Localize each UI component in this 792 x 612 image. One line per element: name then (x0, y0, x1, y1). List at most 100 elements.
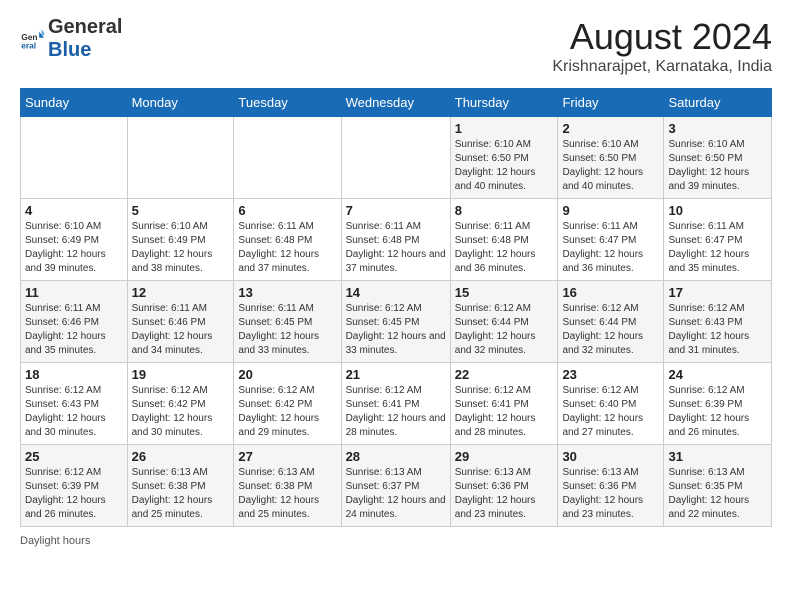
table-row: 23 Sunrise: 6:12 AMSunset: 6:40 PMDayligh… (558, 363, 664, 445)
day-info: Sunrise: 6:11 AMSunset: 6:48 PMDaylight:… (346, 220, 446, 276)
day-info: Sunrise: 6:13 AMSunset: 6:38 PMDaylight:… (132, 466, 230, 522)
day-number: 15 (455, 285, 554, 300)
table-row: 14 Sunrise: 6:12 AMSunset: 6:45 PMDayligh… (341, 281, 450, 363)
day-number: 28 (346, 449, 446, 464)
location: Krishnarajpet, Karnataka, India (552, 58, 772, 76)
col-thursday: Thursday (450, 89, 558, 117)
day-info: Sunrise: 6:10 AMSunset: 6:50 PMDaylight:… (562, 138, 659, 194)
table-row: 2 Sunrise: 6:10 AMSunset: 6:50 PMDaylight… (558, 117, 664, 199)
col-monday: Monday (127, 89, 234, 117)
logo: Gen eral General Blue (20, 16, 122, 62)
day-number: 16 (562, 285, 659, 300)
col-wednesday: Wednesday (341, 89, 450, 117)
table-row: 1 Sunrise: 6:10 AMSunset: 6:50 PMDaylight… (450, 117, 558, 199)
day-info: Sunrise: 6:11 AMSunset: 6:48 PMDaylight:… (455, 220, 554, 276)
table-row (127, 117, 234, 199)
day-number: 24 (668, 367, 767, 382)
day-info: Sunrise: 6:11 AMSunset: 6:46 PMDaylight:… (25, 302, 123, 358)
table-row: 11 Sunrise: 6:11 AMSunset: 6:46 PMDayligh… (21, 281, 128, 363)
day-number: 9 (562, 203, 659, 218)
table-row: 30Sunrise: 6:13 AMSunset: 6:36 PMDayligh… (558, 445, 664, 527)
day-number: 5 (132, 203, 230, 218)
day-info: Sunrise: 6:11 AMSunset: 6:47 PMDaylight:… (562, 220, 659, 276)
col-friday: Friday (558, 89, 664, 117)
logo-blue: Blue (48, 39, 91, 61)
day-number: 19 (132, 367, 230, 382)
header: Gen eral General Blue August 2024 Krishn… (20, 16, 772, 76)
day-number: 25 (25, 449, 123, 464)
table-row (21, 117, 128, 199)
day-info: Sunrise: 6:12 AMSunset: 6:39 PMDaylight:… (668, 384, 767, 440)
day-info: Sunrise: 6:12 AMSunset: 6:42 PMDaylight:… (238, 384, 336, 440)
col-sunday: Sunday (21, 89, 128, 117)
calendar-week-row: 25 Sunrise: 6:12 AMSunset: 6:39 PMDayligh… (21, 445, 772, 527)
logo-text: General Blue (48, 16, 122, 62)
day-number: 17 (668, 285, 767, 300)
table-row: 21Sunrise: 6:12 AMSunset: 6:41 PMDayligh… (341, 363, 450, 445)
table-row: 28Sunrise: 6:13 AMSunset: 6:37 PMDayligh… (341, 445, 450, 527)
day-info: Sunrise: 6:11 AMSunset: 6:45 PMDaylight:… (238, 302, 336, 358)
day-info: Sunrise: 6:13 AMSunset: 6:38 PMDaylight:… (238, 466, 336, 522)
day-number: 4 (25, 203, 123, 218)
logo-general: General (48, 16, 122, 38)
day-info: Sunrise: 6:10 AMSunset: 6:49 PMDaylight:… (132, 220, 230, 276)
day-number: 18 (25, 367, 123, 382)
day-info: Sunrise: 6:13 AMSunset: 6:36 PMDaylight:… (562, 466, 659, 522)
table-row: 4Sunrise: 6:10 AMSunset: 6:49 PMDaylight… (21, 199, 128, 281)
day-number: 31 (668, 449, 767, 464)
table-row: 9 Sunrise: 6:11 AMSunset: 6:47 PMDaylight… (558, 199, 664, 281)
title-area: August 2024 Krishnarajpet, Karnataka, In… (552, 16, 772, 76)
table-row: 24 Sunrise: 6:12 AMSunset: 6:39 PMDayligh… (664, 363, 772, 445)
day-number: 29 (455, 449, 554, 464)
day-info: Sunrise: 6:10 AMSunset: 6:50 PMDaylight:… (455, 138, 554, 194)
table-row: 7Sunrise: 6:11 AMSunset: 6:48 PMDaylight… (341, 199, 450, 281)
calendar-table: Sunday Monday Tuesday Wednesday Thursday… (20, 88, 772, 527)
day-number: 1 (455, 121, 554, 136)
day-info: Sunrise: 6:11 AMSunset: 6:48 PMDaylight:… (238, 220, 336, 276)
col-tuesday: Tuesday (234, 89, 341, 117)
day-number: 10 (668, 203, 767, 218)
table-row: 12Sunrise: 6:11 AMSunset: 6:46 PMDayligh… (127, 281, 234, 363)
day-number: 22 (455, 367, 554, 382)
table-row: 29 Sunrise: 6:13 AMSunset: 6:36 PMDayligh… (450, 445, 558, 527)
day-info: Sunrise: 6:12 AMSunset: 6:44 PMDaylight:… (562, 302, 659, 358)
day-number: 3 (668, 121, 767, 136)
day-number: 14 (346, 285, 446, 300)
calendar-week-row: 4 Sunrise: 6:10 AMSunset: 6:49 PMDaylight… (21, 199, 772, 281)
table-row: 6Sunrise: 6:11 AMSunset: 6:48 PMDaylight… (234, 199, 341, 281)
footer-note: Daylight hours (20, 535, 772, 547)
table-row: 22Sunrise: 6:12 AMSunset: 6:41 PMDayligh… (450, 363, 558, 445)
day-info: Sunrise: 6:13 AMSunset: 6:36 PMDaylight:… (455, 466, 554, 522)
calendar-week-row: 18 Sunrise: 6:12 AMSunset: 6:43 PMDayligh… (21, 363, 772, 445)
calendar-week-row: 1 Sunrise: 6:10 AMSunset: 6:50 PMDaylight… (21, 117, 772, 199)
table-row: 15Sunrise: 6:12 AMSunset: 6:44 PMDayligh… (450, 281, 558, 363)
day-info: Sunrise: 6:12 AMSunset: 6:40 PMDaylight:… (562, 384, 659, 440)
day-info: Sunrise: 6:12 AMSunset: 6:42 PMDaylight:… (132, 384, 230, 440)
svg-text:eral: eral (21, 41, 36, 51)
day-number: 23 (562, 367, 659, 382)
table-row: 3 Sunrise: 6:10 AMSunset: 6:50 PMDaylight… (664, 117, 772, 199)
table-row: 13Sunrise: 6:11 AMSunset: 6:45 PMDayligh… (234, 281, 341, 363)
day-info: Sunrise: 6:13 AMSunset: 6:35 PMDaylight:… (668, 466, 767, 522)
day-number: 27 (238, 449, 336, 464)
day-info: Sunrise: 6:12 AMSunset: 6:39 PMDaylight:… (25, 466, 123, 522)
day-info: Sunrise: 6:12 AMSunset: 6:45 PMDaylight:… (346, 302, 446, 358)
day-number: 11 (25, 285, 123, 300)
day-number: 20 (238, 367, 336, 382)
day-number: 12 (132, 285, 230, 300)
table-row: 26Sunrise: 6:13 AMSunset: 6:38 PMDayligh… (127, 445, 234, 527)
day-number: 21 (346, 367, 446, 382)
table-row: 17Sunrise: 6:12 AMSunset: 6:43 PMDayligh… (664, 281, 772, 363)
table-row: 31 Sunrise: 6:13 AMSunset: 6:35 PMDayligh… (664, 445, 772, 527)
day-info: Sunrise: 6:11 AMSunset: 6:47 PMDaylight:… (668, 220, 767, 276)
day-info: Sunrise: 6:10 AMSunset: 6:50 PMDaylight:… (668, 138, 767, 194)
table-row: 10 Sunrise: 6:11 AMSunset: 6:47 PMDayligh… (664, 199, 772, 281)
table-row: 20 Sunrise: 6:12 AMSunset: 6:42 PMDayligh… (234, 363, 341, 445)
day-number: 2 (562, 121, 659, 136)
table-row: 18 Sunrise: 6:12 AMSunset: 6:43 PMDayligh… (21, 363, 128, 445)
table-row: 8Sunrise: 6:11 AMSunset: 6:48 PMDaylight… (450, 199, 558, 281)
calendar-header-row: Sunday Monday Tuesday Wednesday Thursday… (21, 89, 772, 117)
table-row (341, 117, 450, 199)
day-info: Sunrise: 6:12 AMSunset: 6:43 PMDaylight:… (25, 384, 123, 440)
col-saturday: Saturday (664, 89, 772, 117)
